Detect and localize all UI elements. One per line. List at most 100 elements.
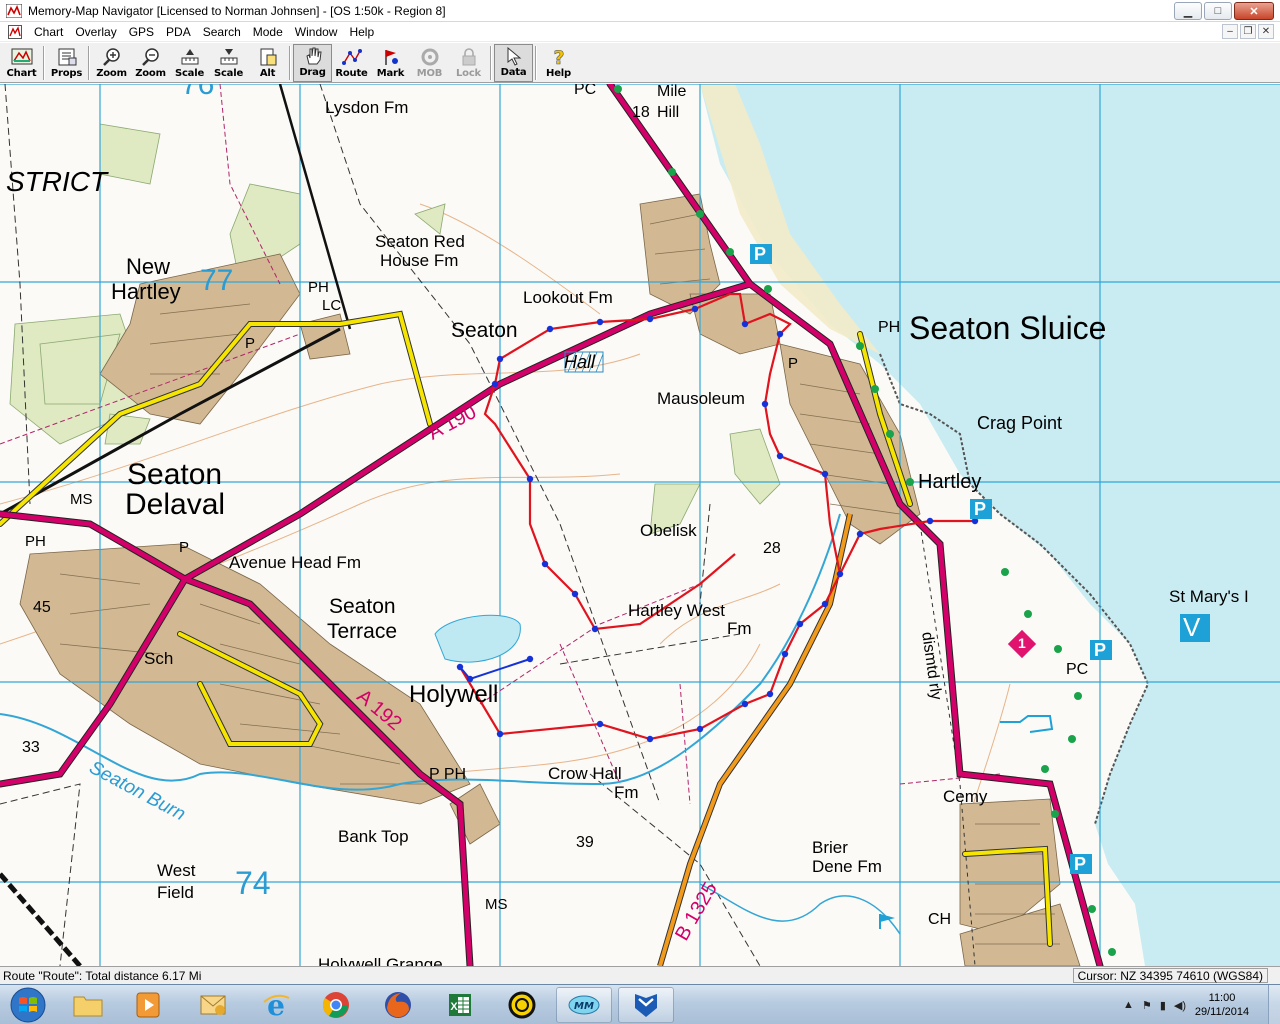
title-bar: Memory-Map Navigator [Licensed to Norman… bbox=[0, 0, 1280, 22]
alt-button[interactable]: Alt bbox=[248, 44, 287, 82]
status-bar: Route "Route": Total distance 6.17 Mi Cu… bbox=[0, 966, 1280, 984]
label-mausoleum: Mausoleum bbox=[657, 389, 745, 408]
label-seaton-red-house-1: Seaton Red bbox=[375, 232, 465, 251]
svg-text:MM: MM bbox=[574, 1001, 594, 1012]
zoom-out-label: Zoom bbox=[135, 68, 166, 79]
taskbar-shield-app[interactable] bbox=[618, 987, 674, 1023]
label-p-ph: P PH bbox=[429, 766, 467, 783]
taskbar-firefox[interactable] bbox=[370, 987, 426, 1023]
zoom-out-icon bbox=[141, 48, 159, 66]
minimize-button[interactable]: ▁ bbox=[1174, 2, 1202, 20]
clock-date: 29/11/2014 bbox=[1194, 1006, 1250, 1018]
menu-search[interactable]: Search bbox=[197, 25, 247, 39]
svg-text:e: e bbox=[267, 990, 285, 1020]
label-ch: CH bbox=[928, 911, 952, 928]
zoom-out-button[interactable]: Zoom bbox=[131, 44, 170, 82]
parking-icon-south: P bbox=[1074, 854, 1087, 874]
tray-arrow-icon[interactable]: ▲ bbox=[1123, 999, 1134, 1011]
show-desktop-button[interactable] bbox=[1268, 985, 1280, 1024]
menu-help[interactable]: Help bbox=[343, 25, 380, 39]
label-sch: Sch bbox=[144, 649, 174, 668]
close-button[interactable]: ✕ bbox=[1234, 2, 1274, 20]
lock-button[interactable]: Lock bbox=[449, 44, 488, 82]
menu-bar: Chart Overlay GPS PDA Search Mode Window… bbox=[0, 22, 1280, 42]
label-holywell-grange: Holywell Grange bbox=[318, 955, 443, 966]
props-label: Props bbox=[50, 68, 83, 79]
mdi-close-button[interactable]: ✕ bbox=[1258, 24, 1274, 39]
scale-up-button[interactable]: Scale bbox=[170, 44, 209, 82]
outlook-icon bbox=[200, 995, 226, 1015]
shield-app-icon bbox=[635, 994, 657, 1017]
taskbar-explorer[interactable] bbox=[60, 987, 116, 1023]
zoom-in-button[interactable]: Zoom bbox=[92, 44, 131, 82]
taskbar-chrome[interactable] bbox=[308, 987, 364, 1023]
menu-chart[interactable]: Chart bbox=[28, 25, 69, 39]
chrome-icon bbox=[322, 992, 349, 1018]
props-icon bbox=[58, 48, 76, 66]
label-cemy: Cemy bbox=[943, 787, 988, 806]
taskbar-circle-app[interactable] bbox=[494, 987, 550, 1023]
menu-mode[interactable]: Mode bbox=[247, 25, 289, 39]
alt-icon bbox=[260, 48, 276, 66]
memory-map-app-icon bbox=[6, 3, 22, 18]
volume-icon[interactable]: ◀) bbox=[1174, 999, 1186, 1012]
menu-overlay[interactable]: Overlay bbox=[69, 25, 122, 39]
taskbar-media-player[interactable] bbox=[120, 987, 176, 1023]
label-avenue-head: Avenue Head Fm bbox=[229, 553, 361, 572]
firefox-icon bbox=[385, 992, 411, 1018]
scale-down-button[interactable]: Scale bbox=[209, 44, 248, 82]
label-p-small: P bbox=[245, 335, 256, 352]
label-seaton-delaval-1: Seaton bbox=[127, 458, 223, 491]
lock-icon bbox=[462, 48, 475, 66]
route-label: Route bbox=[335, 68, 368, 79]
data-button[interactable]: Data bbox=[494, 44, 533, 82]
mark-icon bbox=[384, 50, 398, 65]
taskbar-memory-map[interactable]: MM bbox=[556, 987, 612, 1023]
height-28: 28 bbox=[763, 540, 781, 557]
label-seaton: Seaton bbox=[451, 319, 518, 342]
taskbar-clock[interactable]: 11:00 29/11/2014 bbox=[1190, 991, 1254, 1019]
drag-button[interactable]: Drag bbox=[293, 44, 332, 82]
taskbar-internet-explorer[interactable]: e bbox=[248, 987, 304, 1023]
help-button[interactable]: ? Help bbox=[539, 44, 578, 82]
window-title: Memory-Map Navigator [Licensed to Norman… bbox=[28, 3, 446, 18]
action-center-icon[interactable]: ⚑ bbox=[1142, 999, 1152, 1012]
map-view[interactable]: 76 77 74 45 33 39 28 18 PC Mile Hill Lys… bbox=[0, 84, 1280, 966]
mob-button[interactable]: MOB bbox=[410, 44, 449, 82]
network-icon[interactable]: ▮ bbox=[1160, 999, 1166, 1012]
height-39: 39 bbox=[576, 834, 594, 851]
props-button[interactable]: Props bbox=[47, 44, 86, 82]
route-button[interactable]: Route bbox=[332, 44, 371, 82]
mark-button[interactable]: Mark bbox=[371, 44, 410, 82]
toolbar-separator bbox=[535, 46, 537, 80]
cursor-position-status: Cursor: NZ 34395 74610 (WGS84) bbox=[1072, 968, 1268, 983]
menu-pda[interactable]: PDA bbox=[160, 25, 197, 39]
label-brier-dene-2: Dene Fm bbox=[812, 857, 882, 876]
label-hartley-west-2: Fm bbox=[727, 619, 752, 638]
menu-window[interactable]: Window bbox=[289, 25, 344, 39]
label-seaton-red-house-2: House Fm bbox=[380, 251, 459, 270]
maximize-button[interactable]: □ bbox=[1204, 2, 1232, 20]
chart-icon bbox=[11, 48, 32, 65]
parking-icon-pc: P bbox=[1094, 640, 1107, 660]
folder-icon bbox=[73, 996, 103, 1017]
label-hartley: Hartley bbox=[918, 471, 982, 493]
mdi-minimize-button[interactable]: – bbox=[1222, 24, 1238, 39]
label-ph-new-hartley: PH bbox=[308, 279, 329, 296]
scale-up-icon bbox=[181, 49, 198, 65]
taskbar-excel[interactable]: X bbox=[432, 987, 488, 1023]
scale-down-label: Scale bbox=[213, 68, 244, 79]
document-icon[interactable] bbox=[8, 24, 22, 39]
menu-gps[interactable]: GPS bbox=[123, 25, 160, 39]
taskbar-outlook[interactable] bbox=[185, 987, 241, 1023]
start-button[interactable] bbox=[4, 986, 52, 1024]
label-mile-hill-2: Hill bbox=[657, 104, 680, 121]
label-west-field-2: Field bbox=[157, 883, 194, 902]
zoom-in-icon bbox=[102, 48, 120, 66]
circle-app-icon bbox=[508, 991, 536, 1019]
label-new-hartley-2: Hartley bbox=[111, 279, 181, 304]
lock-label: Lock bbox=[455, 68, 482, 79]
mdi-restore-button[interactable]: ❐ bbox=[1240, 24, 1256, 39]
label-ph-1: PH bbox=[25, 533, 46, 550]
chart-button[interactable]: Chart bbox=[2, 44, 41, 82]
